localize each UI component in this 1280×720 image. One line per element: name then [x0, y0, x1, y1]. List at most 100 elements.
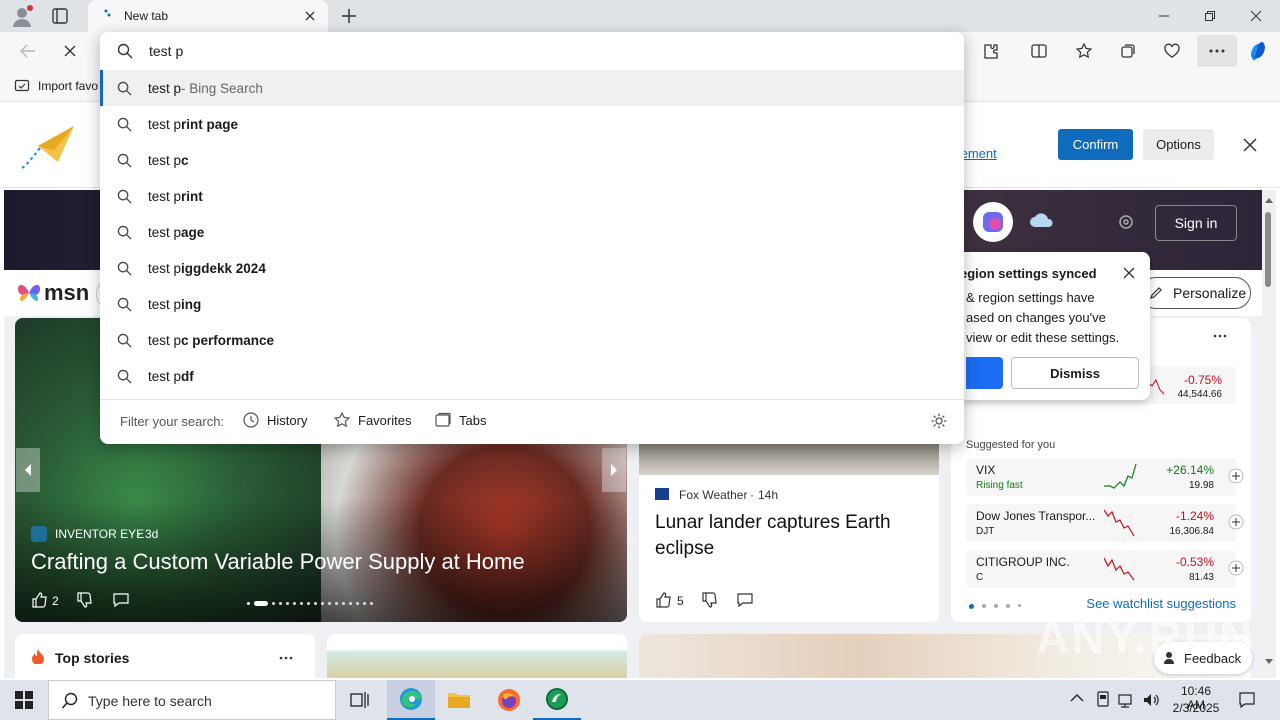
copilot-icon[interactable] [1242, 36, 1274, 66]
dismiss-button[interactable]: Dismiss [1011, 357, 1139, 389]
split-screen-icon[interactable] [1023, 36, 1055, 66]
suggestion-text: test p [148, 80, 182, 96]
suggestion-text: test p [148, 368, 182, 384]
suggestion-item[interactable]: test p - Bing Search [100, 70, 964, 106]
taskbar: Type here to search 10:46 AM 2/3/2025 [0, 680, 1280, 720]
comment-icon[interactable] [112, 591, 130, 609]
settings-more-icon[interactable] [1197, 35, 1237, 67]
msn-logo[interactable]: msn [44, 280, 89, 306]
file-explorer-icon[interactable] [435, 680, 483, 720]
address-bar-input[interactable]: test p [149, 43, 183, 59]
main-story-source: INVENTOR EYE [55, 527, 145, 541]
see-watchlist-link[interactable]: See watchlist suggestions [1086, 596, 1236, 611]
suggestion-item[interactable]: test p ing [100, 286, 964, 322]
profile-avatar-icon[interactable] [10, 4, 34, 28]
tab-actions-icon[interactable] [50, 6, 70, 26]
confirm-button[interactable]: Confirm [1058, 129, 1133, 160]
task-view-icon[interactable] [336, 680, 384, 720]
volume-icon[interactable] [1142, 691, 1160, 709]
suggestion-text: test p [148, 224, 182, 240]
msn-butterfly-icon [16, 281, 42, 305]
carousel-dots[interactable] [247, 600, 407, 606]
page-settings-icon[interactable] [1116, 212, 1136, 232]
stock-row-djt[interactable]: Dow Jones Transpor... DJT -1.24% 16,306.… [966, 504, 1244, 542]
watermark: ANY.RUN [1036, 611, 1255, 663]
suggestion-item[interactable]: test p rint page [100, 106, 964, 142]
watchlist-more-icon[interactable] [1213, 334, 1227, 338]
top-stories-more-icon[interactable] [279, 656, 293, 660]
browser-essentials-icon[interactable] [1156, 36, 1188, 66]
suggestion-item[interactable]: test pc [100, 142, 964, 178]
stock-name: VIX [976, 463, 996, 477]
suggestion-completion: iggdekk 2024 [181, 260, 266, 276]
add-stock-icon[interactable] [1228, 560, 1244, 576]
side-dislike-icon[interactable] [701, 591, 719, 609]
stock-row-citigroup[interactable]: CITIGROUP INC. C -0.53% 81.43 [966, 550, 1244, 588]
copilot-page-icon[interactable] [973, 202, 1013, 242]
new-tab-icon[interactable] [339, 6, 359, 26]
notification-center-icon[interactable] [1238, 691, 1256, 709]
close-tab-icon[interactable] [302, 8, 318, 24]
side-like-icon[interactable] [655, 591, 673, 609]
main-story-title[interactable]: Crafting a Custom Variable Power Supply … [31, 549, 525, 575]
extensions-icon[interactable] [975, 36, 1007, 66]
taskbar-search-box[interactable]: Type here to search [48, 680, 336, 720]
close-window-icon[interactable] [1233, 0, 1279, 32]
address-bar[interactable]: test p [100, 32, 964, 70]
close-banner-icon[interactable] [1242, 137, 1258, 153]
suggestion-completion: c performance [181, 332, 275, 348]
windows-start-icon[interactable] [0, 680, 48, 720]
search-settings-gear-icon[interactable] [930, 412, 948, 430]
tab-title: New tab [124, 9, 169, 23]
carousel-next-icon[interactable] [602, 448, 626, 492]
page-scrollbar[interactable] [1262, 190, 1276, 678]
network-icon[interactable] [1118, 691, 1136, 709]
stock-row-vix[interactable]: VIX Rising fast +26.14% 19.98 [966, 458, 1244, 496]
scrollbar-thumb[interactable] [1265, 212, 1271, 287]
options-button[interactable]: Options [1143, 129, 1214, 160]
main-story-likes: 2 [52, 594, 59, 608]
suggestion-item[interactable]: test p rint [100, 178, 964, 214]
add-stock-icon[interactable] [1228, 514, 1244, 530]
dislike-icon[interactable] [76, 591, 94, 609]
back-icon[interactable] [12, 36, 44, 66]
favorites-icon[interactable] [1068, 36, 1100, 66]
suggestion-item[interactable]: test pc performance [100, 322, 964, 358]
edge-taskbar-icon[interactable] [387, 680, 435, 720]
carousel-prev-icon[interactable] [16, 448, 40, 492]
show-hidden-icons-icon[interactable] [1070, 693, 1084, 703]
sign-in-button[interactable]: Sign in [1155, 205, 1237, 241]
filter-favorites-button[interactable]: Favorites [333, 411, 411, 429]
main-story-age: 3d [145, 527, 159, 541]
like-icon[interactable] [31, 591, 49, 609]
popup-primary-button[interactable] [966, 357, 1003, 389]
watchlist-dots[interactable] [969, 604, 1021, 609]
suggestion-item[interactable]: test p iggdekk 2024 [100, 250, 964, 286]
side-story-title[interactable]: Lunar lander captures Earth eclipse [655, 510, 925, 562]
add-stock-icon[interactable] [1228, 468, 1244, 484]
suggestion-suffix: - Bing Search [181, 80, 263, 96]
import-favorites-link[interactable]: Import favo [38, 79, 98, 93]
suggestion-completion: df [181, 368, 194, 384]
clock-date[interactable]: 2/3/2025 [1171, 701, 1221, 715]
side-comment-icon[interactable] [736, 591, 754, 609]
weather-cloud-icon[interactable] [1028, 210, 1056, 230]
stock-sub: DJT [976, 526, 995, 537]
stop-loading-icon[interactable] [54, 36, 86, 66]
game-card[interactable] [327, 634, 627, 678]
tab-new-tab[interactable]: New tab [88, 0, 328, 32]
suggestion-item[interactable]: test p age [100, 214, 964, 250]
watchlist-top-value: 44,544.66 [1177, 389, 1223, 400]
anyrun-app-icon[interactable] [533, 680, 581, 720]
filter-history-button[interactable]: History [242, 411, 307, 429]
device-icon[interactable] [1095, 691, 1111, 709]
collections-icon[interactable] [1112, 36, 1144, 66]
popup-close-icon[interactable] [1122, 266, 1136, 280]
minimize-icon[interactable] [1141, 0, 1187, 32]
inventor-eye-logo-icon [31, 526, 47, 542]
filter-tabs-button[interactable]: Tabs [434, 411, 486, 429]
firefox-icon[interactable] [485, 680, 533, 720]
restore-icon[interactable] [1187, 0, 1233, 32]
suggestion-item[interactable]: test p df [100, 358, 964, 394]
suggestion-completion: ing [181, 296, 202, 312]
